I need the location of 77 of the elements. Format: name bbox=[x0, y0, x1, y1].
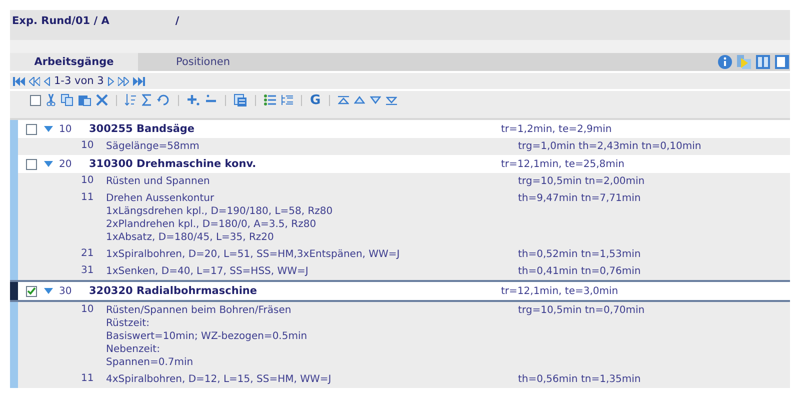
previous-icon[interactable] bbox=[44, 76, 50, 86]
step-text: 1xSenken, D=40, L=17, SS=HSS, WW=J bbox=[106, 265, 310, 278]
operation-row[interactable]: 10 300255 Bandsäge tr=1,2min, te=2,9min bbox=[10, 120, 790, 138]
document-icon[interactable] bbox=[234, 94, 247, 106]
expand-arrow-icon[interactable] bbox=[44, 288, 53, 294]
step-times: trg=10,5min tn=0,70min bbox=[518, 304, 645, 317]
scissors-icon[interactable] bbox=[46, 94, 56, 106]
step-number: 11 bbox=[81, 192, 95, 203]
step-number: 11 bbox=[81, 373, 95, 384]
step-number: 10 bbox=[81, 304, 95, 315]
delete-icon[interactable] bbox=[96, 94, 108, 106]
last-page-icon[interactable] bbox=[132, 76, 145, 86]
step-text: Rüsten/Spannen beim Bohren/Fräsen bbox=[106, 304, 292, 317]
step-times: th=0,52min tn=1,53min bbox=[518, 248, 641, 261]
step-times: th=0,56min tn=1,35min bbox=[518, 373, 641, 386]
step-number: 31 bbox=[81, 265, 95, 276]
operation-number: 20 bbox=[59, 158, 73, 170]
step-text: 1xLängsdrehen kpl., D=190/180, L=58, Rz80 bbox=[106, 205, 334, 218]
step-number: 10 bbox=[81, 140, 95, 151]
sum-icon[interactable] bbox=[142, 94, 152, 106]
operation-title: 310300 Drehmaschine konv. bbox=[89, 158, 258, 170]
move-down-icon[interactable] bbox=[370, 96, 381, 104]
row-checkbox[interactable] bbox=[26, 124, 37, 134]
expand-arrow-icon[interactable] bbox=[44, 161, 53, 167]
move-top-icon[interactable] bbox=[338, 96, 349, 104]
operation-title: 320320 Radialbohrmaschine bbox=[89, 285, 258, 297]
step-text: Spannen=0.7min bbox=[106, 356, 194, 369]
add-icon[interactable] bbox=[187, 94, 200, 106]
step-times: trg=10,5min tn=2,00min bbox=[518, 175, 645, 188]
step-text: 1xAbsatz, D=180/45, L=35, Rz20 bbox=[106, 231, 275, 244]
sort-icon[interactable] bbox=[125, 94, 137, 106]
first-page-icon[interactable] bbox=[13, 76, 25, 86]
row-checkbox[interactable] bbox=[26, 286, 37, 296]
tree-list-icon[interactable] bbox=[281, 94, 293, 106]
select-all-checkbox[interactable] bbox=[30, 94, 41, 106]
refresh-icon[interactable] bbox=[157, 94, 170, 106]
step-text: Sägelänge=58mm bbox=[106, 140, 200, 153]
step-text: Drehen Aussenkontur bbox=[106, 192, 216, 205]
step-text: Rüsten und Spannen bbox=[106, 175, 211, 188]
step-text: 1xSpiralbohren, D=20, L=51, SS=HM,3xEntspänen, WW=J bbox=[106, 248, 401, 261]
operation-title: 300255 Bandsäge bbox=[89, 123, 196, 135]
operation-times: tr=1,2min, te=2,9min bbox=[501, 124, 612, 134]
step-text: Nebenzeit: bbox=[106, 343, 161, 356]
operation-times: tr=12,1min, te=3,0min bbox=[501, 286, 618, 296]
g-button[interactable]: G bbox=[310, 92, 321, 108]
operation-number: 10 bbox=[59, 124, 73, 134]
step-times: th=0,41min tn=0,76min bbox=[518, 265, 641, 278]
operation-times: tr=12,1min, te=25,8min bbox=[501, 158, 624, 170]
expand-arrow-icon[interactable] bbox=[44, 126, 53, 132]
panel-icon[interactable] bbox=[774, 54, 790, 70]
operation-row[interactable]: 30 320320 Radialbohrmaschine tr=12,1min, te=3,0min bbox=[10, 280, 790, 302]
rewind-icon[interactable] bbox=[29, 76, 40, 86]
record-title: Exp. Rund/01 / A bbox=[12, 15, 110, 27]
row-checkbox[interactable] bbox=[26, 158, 37, 170]
fast-forward-icon[interactable] bbox=[118, 76, 129, 86]
step-text: Basiswert=10min; WZ-bezogen=0.5min bbox=[106, 330, 308, 343]
step-times: th=9,47min tn=7,71min bbox=[518, 192, 641, 205]
columns-icon[interactable] bbox=[755, 54, 771, 70]
step-times: trg=1,0min th=2,43min tn=0,10min bbox=[518, 140, 702, 153]
move-up-icon[interactable] bbox=[354, 96, 365, 104]
row-gutter bbox=[10, 282, 18, 300]
record-suffix: / bbox=[175, 15, 180, 27]
step-text: Rüstzeit: bbox=[106, 317, 150, 330]
page-range: 1-3 von 3 bbox=[54, 75, 104, 87]
operation-row[interactable]: 20 310300 Drehmaschine konv. tr=12,1min, te=25,8min bbox=[10, 155, 790, 173]
move-bottom-icon[interactable] bbox=[386, 96, 397, 104]
copy-icon[interactable] bbox=[61, 94, 73, 106]
list-icon[interactable] bbox=[264, 94, 276, 106]
step-text: 2xPlandrehen kpl., D=180/0, A=3.5, Rz80 bbox=[106, 218, 318, 231]
operation-number: 30 bbox=[59, 286, 73, 296]
next-icon[interactable] bbox=[108, 76, 114, 86]
tab[interactable]: Arbeitsgänge bbox=[10, 53, 138, 71]
step-number: 10 bbox=[81, 175, 95, 186]
step-number: 21 bbox=[81, 248, 95, 259]
paste-icon[interactable] bbox=[78, 94, 91, 106]
step-text: 4xSpiralbohren, D=12, L=15, SS=HM, WW=J bbox=[106, 373, 332, 386]
info-icon[interactable] bbox=[717, 54, 733, 70]
